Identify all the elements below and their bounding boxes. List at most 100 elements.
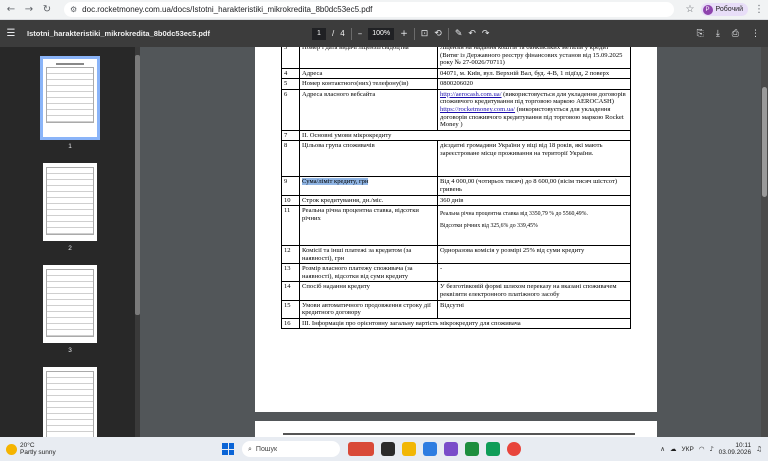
rate-line: Реальна річна процентна ставка від 3350,… bbox=[440, 211, 588, 218]
redo-icon[interactable]: ↷ bbox=[482, 29, 490, 39]
search-icon: ⌕ bbox=[248, 444, 252, 453]
rocketmoney-link[interactable]: https://rocketmoney.com.ua/ bbox=[440, 106, 515, 113]
viewer-scrollbar[interactable] bbox=[761, 47, 768, 437]
table-row: 7 II. Основні умови мікрокредиту bbox=[281, 129, 631, 142]
row-number: 16 bbox=[281, 317, 300, 330]
row-value: Одноразова комісія у розмірі 25% від сум… bbox=[437, 245, 631, 265]
pdf-page: 3 Номер і дата видачі ліцензії/свідоцтва… bbox=[255, 47, 657, 412]
reload-icon[interactable]: ↻ bbox=[40, 3, 54, 17]
row-number: 10 bbox=[281, 194, 300, 207]
weather-desc: Partly sunny bbox=[20, 449, 56, 456]
file-explorer-icon[interactable] bbox=[402, 442, 416, 456]
print-icon[interactable]: ⎙ bbox=[732, 29, 739, 39]
download-icon[interactable]: ⤓ bbox=[716, 29, 720, 39]
taskbar-search[interactable]: ⌕ Пошук bbox=[242, 441, 340, 457]
row-label: Цільова група споживачів bbox=[299, 140, 438, 178]
row-value: Реальна річна процентна ставка від 3350,… bbox=[437, 205, 631, 247]
store-icon[interactable] bbox=[444, 442, 458, 456]
row-number: 15 bbox=[281, 299, 300, 319]
highlighted-text: Сума/ліміт кредиту, грн bbox=[302, 178, 369, 186]
windows-start-icon[interactable] bbox=[222, 443, 234, 455]
aerocash-link[interactable]: http://aerocash.com.ua/ bbox=[440, 91, 502, 98]
clock-date: 03.09.2026 bbox=[718, 449, 752, 456]
pdf-toolbar: ☰ Istotni_harakteristiki_mikrokredita_8b… bbox=[0, 20, 768, 47]
table-row: 14 Спосіб надання кредиту У безготівкові… bbox=[281, 281, 631, 301]
profile-button[interactable]: Р Робочий bbox=[700, 3, 748, 16]
address-bar[interactable]: ⚙ doc.rocketmoney.com.ua/docs/Istotni_ha… bbox=[64, 2, 674, 17]
annotate-pen-icon[interactable]: ✎ bbox=[455, 29, 463, 39]
xbox-icon[interactable] bbox=[465, 442, 479, 456]
thumbnail-page-1[interactable] bbox=[40, 56, 100, 140]
table-row: 10 Строк кредитування, дн./міс. 360 днів bbox=[281, 194, 631, 207]
row-number: 11 bbox=[281, 205, 300, 247]
annotations-icon[interactable]: ⎘ bbox=[697, 29, 704, 39]
row-label: Сума/ліміт кредиту, грн bbox=[299, 176, 438, 196]
undo-icon[interactable]: ↶ bbox=[468, 29, 476, 39]
url-text: doc.rocketmoney.com.ua/docs/Istotni_hara… bbox=[82, 5, 373, 14]
pdf-page-2 bbox=[255, 421, 657, 437]
toolbar-divider bbox=[413, 27, 415, 40]
rotate-icon[interactable]: ⟲ bbox=[434, 29, 442, 39]
row-value: Ліцензія на надання коштів та банківськи… bbox=[437, 47, 631, 69]
row-number: 13 bbox=[281, 263, 300, 283]
row-label: Комісії та інші платежі за кредитом (за … bbox=[299, 245, 438, 265]
table-row: 13 Розмір власного платежу споживача (за… bbox=[281, 263, 631, 283]
zoom-input[interactable]: 100% bbox=[368, 27, 395, 40]
more-menu-icon[interactable]: ⋮ bbox=[754, 4, 764, 15]
row-value: Від 4 000,00 (чотирьох тисяч) до 8 600,0… bbox=[437, 176, 631, 196]
table-row: 4 Адреса 04071, м. Київ, вул. Верхній Ва… bbox=[281, 67, 631, 80]
sun-icon bbox=[6, 443, 17, 455]
row-number: 9 bbox=[281, 176, 300, 196]
row-label: Адреса власного вебсайта bbox=[299, 88, 438, 131]
volume-icon[interactable]: ♪ bbox=[709, 445, 713, 453]
thumbnail-label: 3 bbox=[68, 347, 72, 354]
clock-time: 10:11 bbox=[735, 441, 752, 449]
table-row: 12 Комісії та інші платежі за кредитом (… bbox=[281, 245, 631, 265]
fit-page-icon[interactable]: ⊡ bbox=[421, 29, 429, 39]
toolbar-divider bbox=[447, 27, 449, 40]
chrome-icon[interactable] bbox=[486, 442, 500, 456]
weather-temp: 20°C bbox=[20, 441, 35, 449]
site-info-icon[interactable]: ⚙ bbox=[70, 5, 77, 14]
table-row: 8 Цільова група споживачів дієздатні гро… bbox=[281, 140, 631, 178]
bookmark-star-icon[interactable]: ☆ bbox=[686, 4, 695, 15]
forward-arrow-icon[interactable]: → bbox=[22, 3, 36, 17]
row-value: У безготівковій формі шляхом переказу на… bbox=[437, 281, 631, 301]
wifi-icon[interactable]: ◠ bbox=[699, 445, 705, 453]
row-number: 4 bbox=[281, 67, 300, 80]
language-indicator[interactable]: УКР bbox=[682, 446, 694, 453]
onedrive-icon[interactable]: ☁ bbox=[670, 445, 677, 453]
thumbnail-page-4[interactable] bbox=[43, 367, 97, 437]
thumbnail-sidebar: 1 2 3 bbox=[0, 47, 140, 437]
tray-chevron-icon[interactable]: ∧ bbox=[660, 445, 665, 453]
pdf-viewer: 3 Номер і дата видачі ліцензії/свідоцтва… bbox=[140, 47, 768, 437]
more-options-icon[interactable]: ⋮ bbox=[751, 29, 760, 39]
row-number: 8 bbox=[281, 140, 300, 178]
row-label: Реальна річна процентна ставка, відсотки… bbox=[299, 205, 438, 247]
zoom-out-button[interactable]: – bbox=[358, 29, 363, 39]
table-row: 5 Номер контактного(них) телефону(ів) 08… bbox=[281, 78, 631, 90]
back-arrow-icon[interactable]: ← bbox=[4, 3, 18, 17]
widget-app-icon[interactable] bbox=[348, 442, 374, 456]
edge-icon[interactable] bbox=[423, 442, 437, 456]
table-row: 6 Адреса власного вебсайта http://aeroca… bbox=[281, 88, 631, 131]
thumbnail-page-3[interactable] bbox=[43, 265, 97, 343]
zoom-in-button[interactable]: + bbox=[400, 29, 408, 39]
chrome-profile-icon[interactable] bbox=[507, 442, 521, 456]
row-label: Умови автоматичного продовження строку д… bbox=[299, 299, 438, 319]
section-heading: II. Основні умови мікрокредиту bbox=[299, 129, 631, 142]
menu-icon[interactable]: ☰ bbox=[0, 28, 22, 39]
profile-avatar: Р bbox=[702, 4, 713, 15]
notification-bell-icon[interactable]: ♫ bbox=[756, 445, 762, 453]
thumbnail-label: 2 bbox=[68, 245, 72, 252]
rate-line: Відсотки річних від 325,6% до 339,45% bbox=[440, 222, 538, 229]
page-number-input[interactable]: 1 bbox=[312, 27, 326, 40]
clock[interactable]: 10:11 03.09.2026 bbox=[719, 442, 752, 457]
row-number: 7 bbox=[281, 129, 300, 142]
row-number: 14 bbox=[281, 281, 300, 301]
task-view-icon[interactable] bbox=[381, 442, 395, 456]
row-label: Номер контактного(них) телефону(ів) bbox=[299, 78, 438, 90]
weather-widget[interactable]: 20°C Partly sunny bbox=[0, 442, 130, 456]
thumbnail-page-2[interactable] bbox=[43, 163, 97, 241]
page-separator: / bbox=[332, 29, 335, 38]
